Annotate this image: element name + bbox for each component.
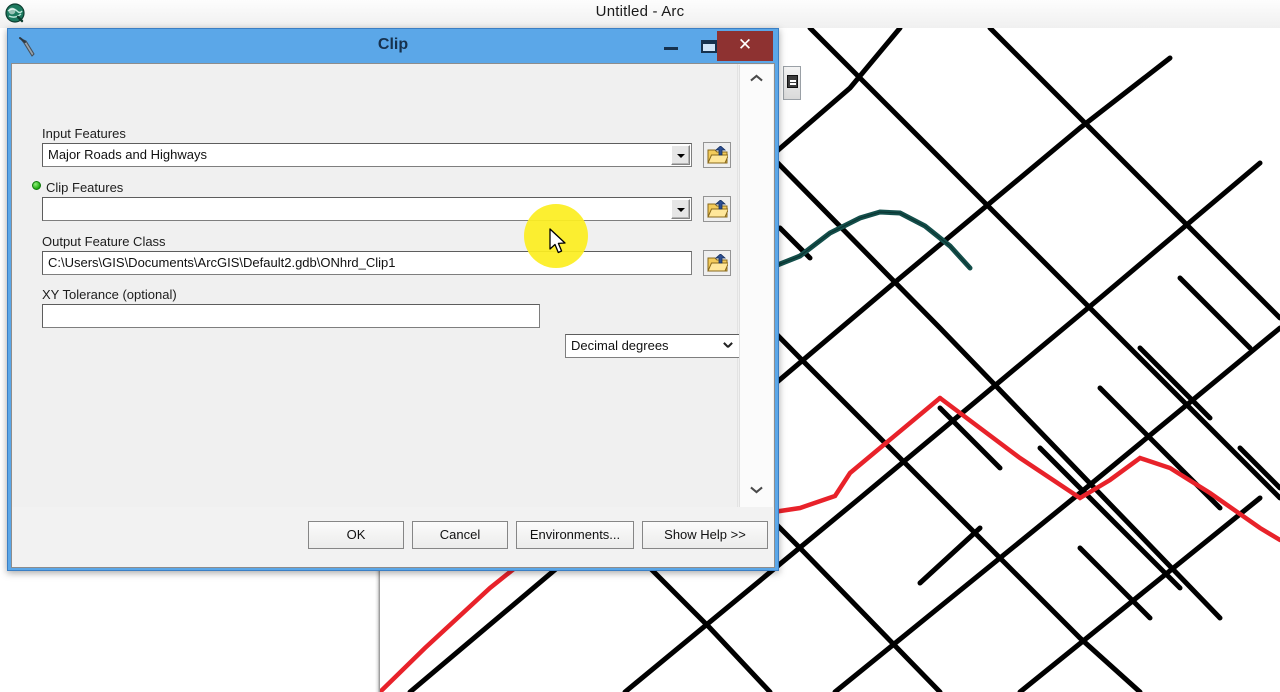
parameter-list: Input Features Major Roads and Highways … (12, 64, 740, 507)
close-button[interactable]: ✕ (717, 31, 773, 61)
chevron-down-icon (751, 489, 763, 496)
chevron-up-icon (751, 77, 763, 84)
floating-toolbar-stub[interactable] (783, 66, 801, 100)
clip-features-label: Clip Features (46, 180, 124, 195)
arcmap-application-window: Untitled - Arc Clip ✕ Input Features Maj… (0, 0, 1280, 692)
clip-features-dropdown-arrow[interactable] (671, 199, 690, 219)
maximize-icon (701, 40, 717, 53)
ok-button[interactable]: OK (308, 521, 404, 549)
input-features-browse-button[interactable] (703, 142, 731, 168)
minimize-icon (664, 47, 678, 50)
xy-tolerance-units-select[interactable]: Decimal degrees (565, 334, 740, 358)
output-feature-class-input[interactable]: C:\Users\GIS\Documents\ArcGIS\Default2.g… (42, 251, 692, 275)
clip-features-required-indicator (32, 181, 41, 190)
application-title: Untitled - Arc (595, 3, 685, 20)
close-icon: ✕ (737, 35, 753, 54)
output-feature-class-browse-button[interactable] (703, 250, 731, 276)
xy-tolerance-units-value: Decimal degrees (571, 338, 669, 353)
chevron-down-icon (724, 344, 733, 349)
toolbar-grip-icon (787, 75, 798, 88)
application-titlebar: Untitled - Arc (0, 0, 1280, 29)
parameter-pane-scrollbar[interactable] (739, 65, 773, 507)
cancel-button[interactable]: Cancel (412, 521, 508, 549)
show-help-button[interactable]: Show Help >> (642, 521, 768, 549)
parameter-pane: Input Features Major Roads and Highways … (12, 64, 774, 508)
clip-features-browse-button[interactable] (703, 196, 731, 222)
input-features-dropdown-arrow[interactable] (671, 145, 690, 165)
clip-features-input[interactable] (42, 197, 692, 221)
input-features-label: Input Features (42, 126, 126, 141)
dialog-button-row: OK Cancel Environments... Show Help >> (12, 507, 774, 567)
output-feature-class-label: Output Feature Class (42, 234, 166, 249)
scroll-down-button[interactable] (740, 477, 773, 507)
xy-tolerance-label: XY Tolerance (optional) (42, 287, 177, 302)
dialog-titlebar[interactable]: Clip ✕ (8, 29, 778, 63)
scroll-up-button[interactable] (740, 65, 773, 95)
minimize-button[interactable] (654, 32, 688, 60)
xy-tolerance-input[interactable] (42, 304, 540, 328)
environments-button[interactable]: Environments... (516, 521, 634, 549)
input-features-input[interactable]: Major Roads and Highways (42, 143, 692, 167)
dialog-body: Input Features Major Roads and Highways … (11, 63, 775, 568)
clip-dialog[interactable]: Clip ✕ Input Features Major Roads and Hi… (7, 28, 779, 571)
